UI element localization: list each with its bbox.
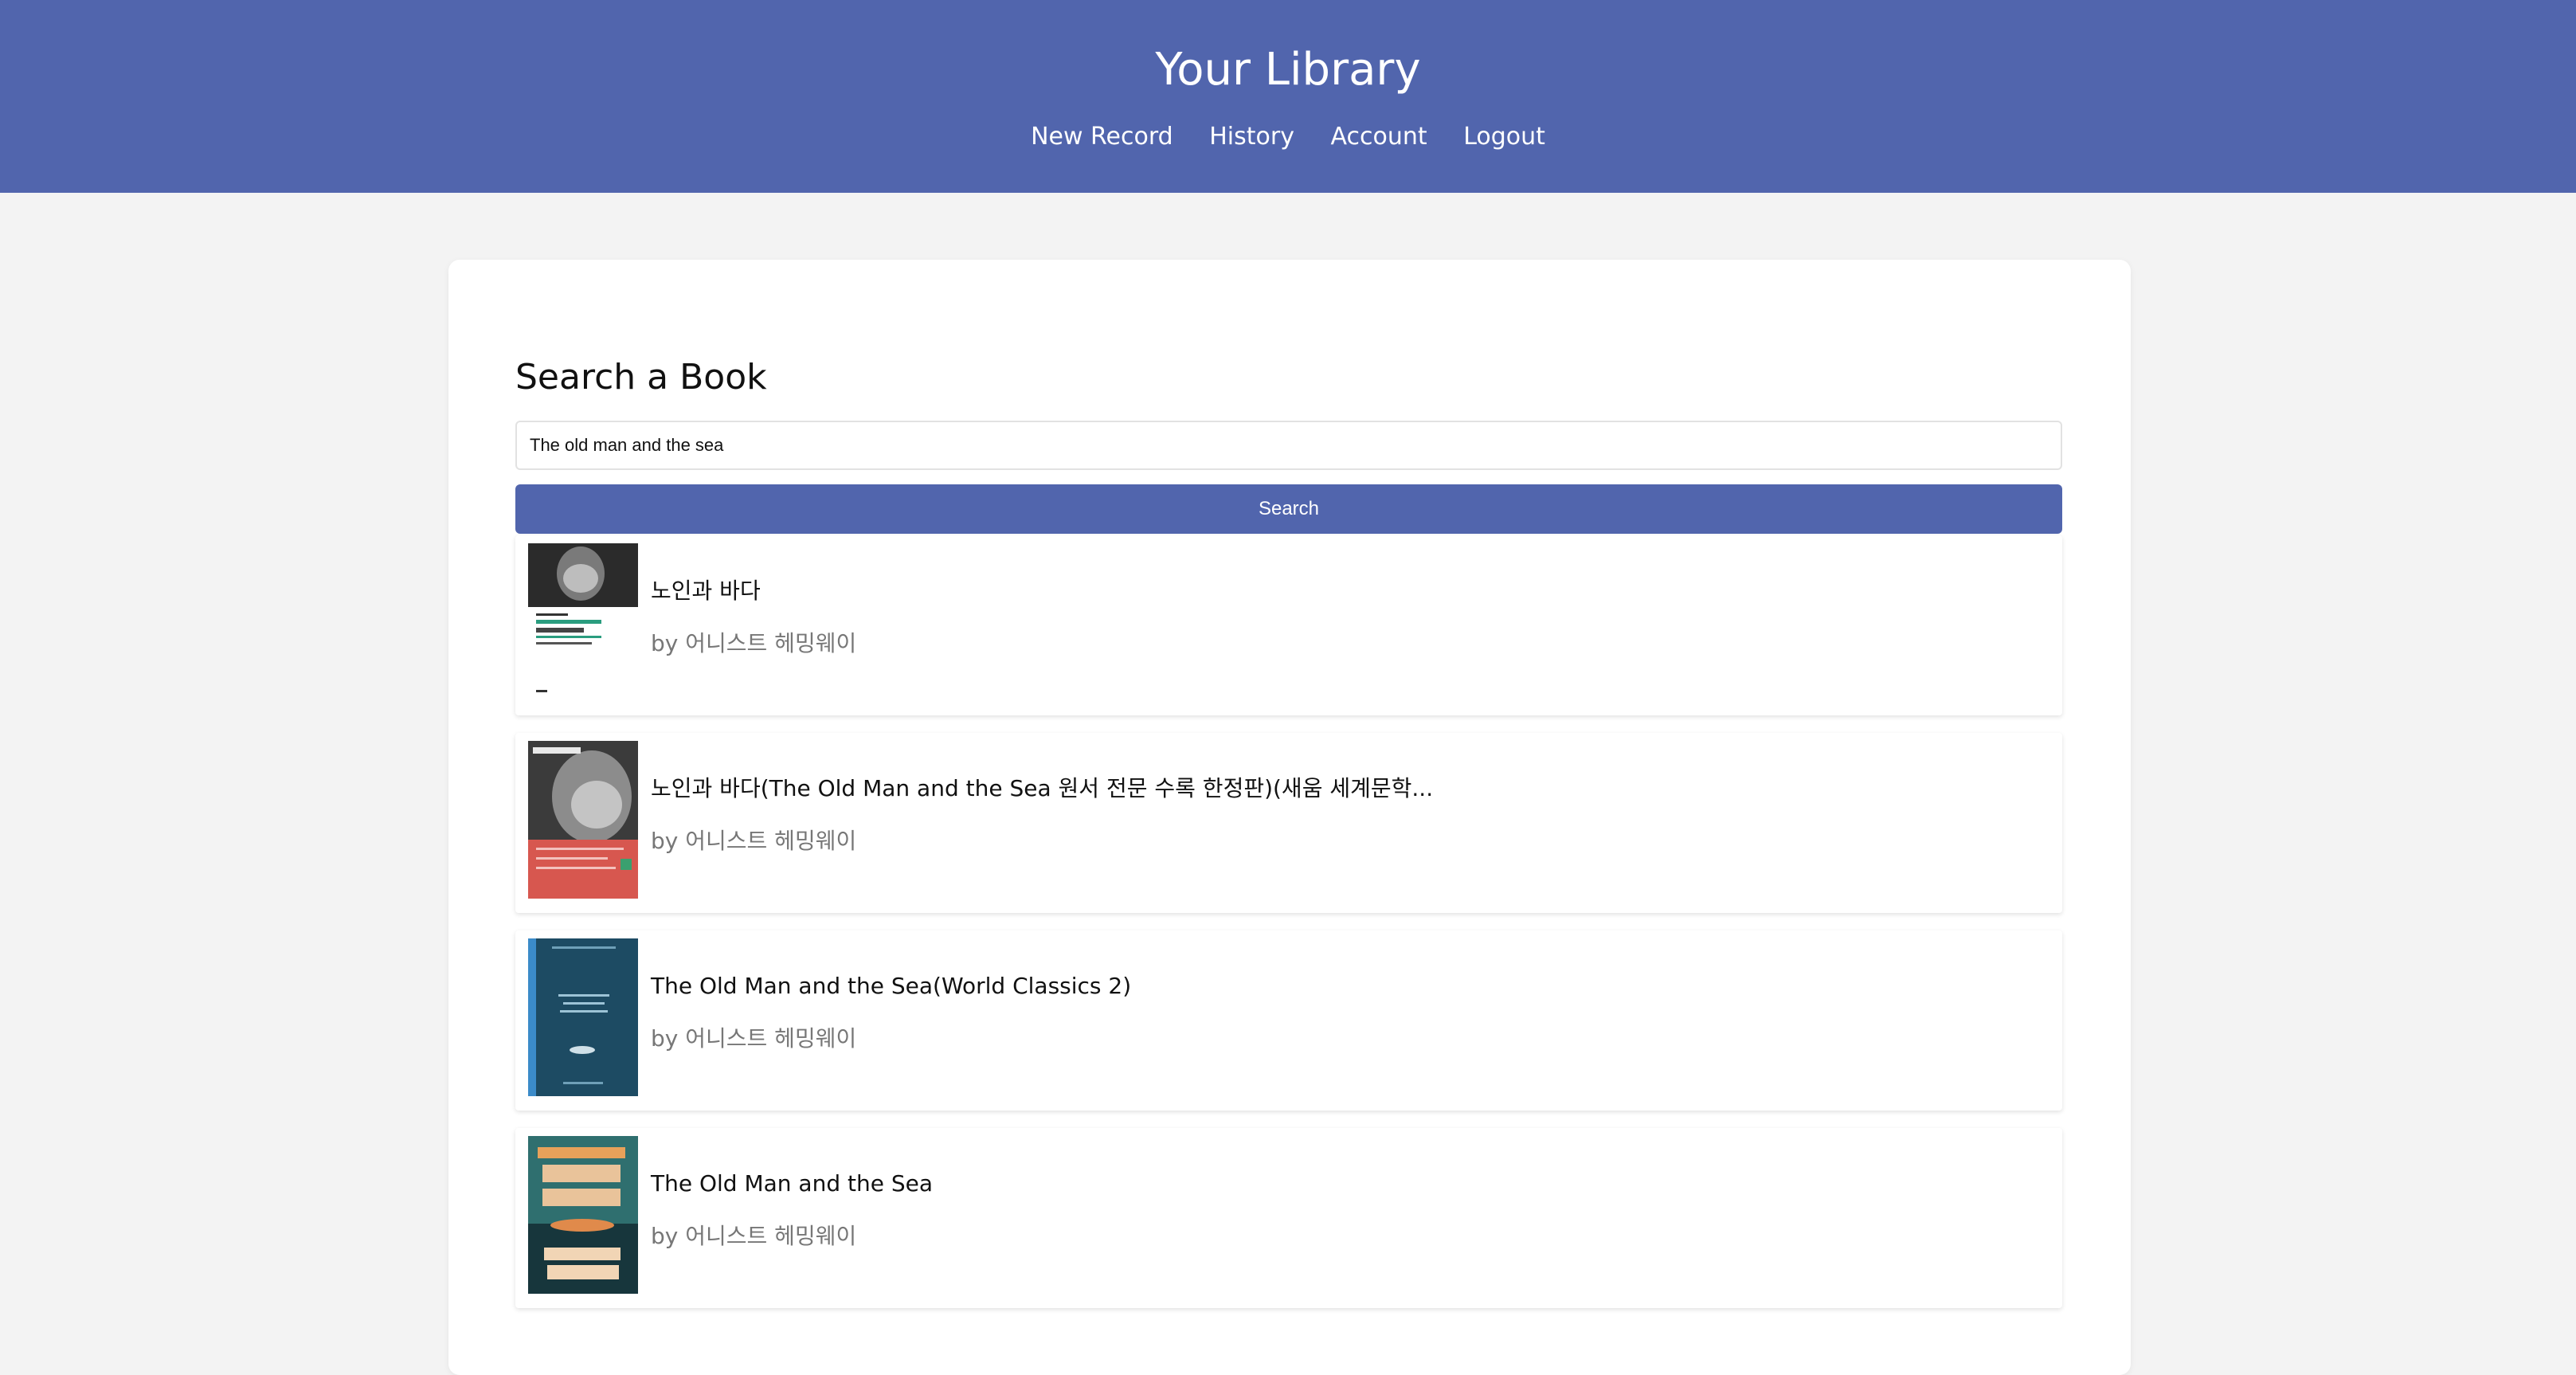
nav-history[interactable]: History [1209, 123, 1294, 151]
search-heading: Search a Book [515, 357, 767, 398]
book-title: 노인과 바다 [651, 578, 761, 604]
result-item[interactable]: The Old Man and the Sea by 어니스트 헤밍웨이 [515, 1128, 2062, 1308]
book-author: by 어니스트 헤밍웨이 [651, 1223, 857, 1249]
book-cover-blue-icon [528, 938, 638, 1096]
result-item[interactable]: 노인과 바다 by 어니스트 헤밍웨이 [515, 535, 2062, 715]
book-author: by 어니스트 헤밍웨이 [651, 828, 857, 854]
search-results: 노인과 바다 by 어니스트 헤밍웨이 노인과 바다(The Old Man a… [515, 535, 2062, 1326]
book-cover-portrait-icon [528, 543, 638, 701]
book-author: by 어니스트 헤밍웨이 [651, 1025, 857, 1052]
result-item[interactable]: 노인과 바다(The Old Man and the Sea 원서 전문 수록 … [515, 733, 2062, 913]
book-title: 노인과 바다(The Old Man and the Sea 원서 전문 수록 … [651, 775, 1434, 801]
result-item[interactable]: The Old Man and the Sea(World Classics 2… [515, 930, 2062, 1111]
site-header: Your Library New Record History Account … [0, 0, 2576, 193]
nav-logout[interactable]: Logout [1463, 123, 1545, 151]
book-title: The Old Man and the Sea(World Classics 2… [651, 973, 1132, 999]
search-input[interactable] [515, 421, 2062, 470]
nav-account[interactable]: Account [1331, 123, 1427, 151]
book-cover-teal-icon [528, 1136, 638, 1294]
site-title: Your Library [1155, 44, 1421, 96]
book-title: The Old Man and the Sea [651, 1170, 934, 1197]
search-card: Search a Book Search 노인과 바다 b [448, 260, 2131, 1375]
search-button[interactable]: Search [515, 484, 2062, 534]
main-nav: New Record History Account Logout [0, 119, 2576, 155]
book-cover-sepia-icon [528, 741, 638, 899]
nav-new-record[interactable]: New Record [1031, 123, 1173, 151]
book-author: by 어니스트 헤밍웨이 [651, 630, 857, 656]
